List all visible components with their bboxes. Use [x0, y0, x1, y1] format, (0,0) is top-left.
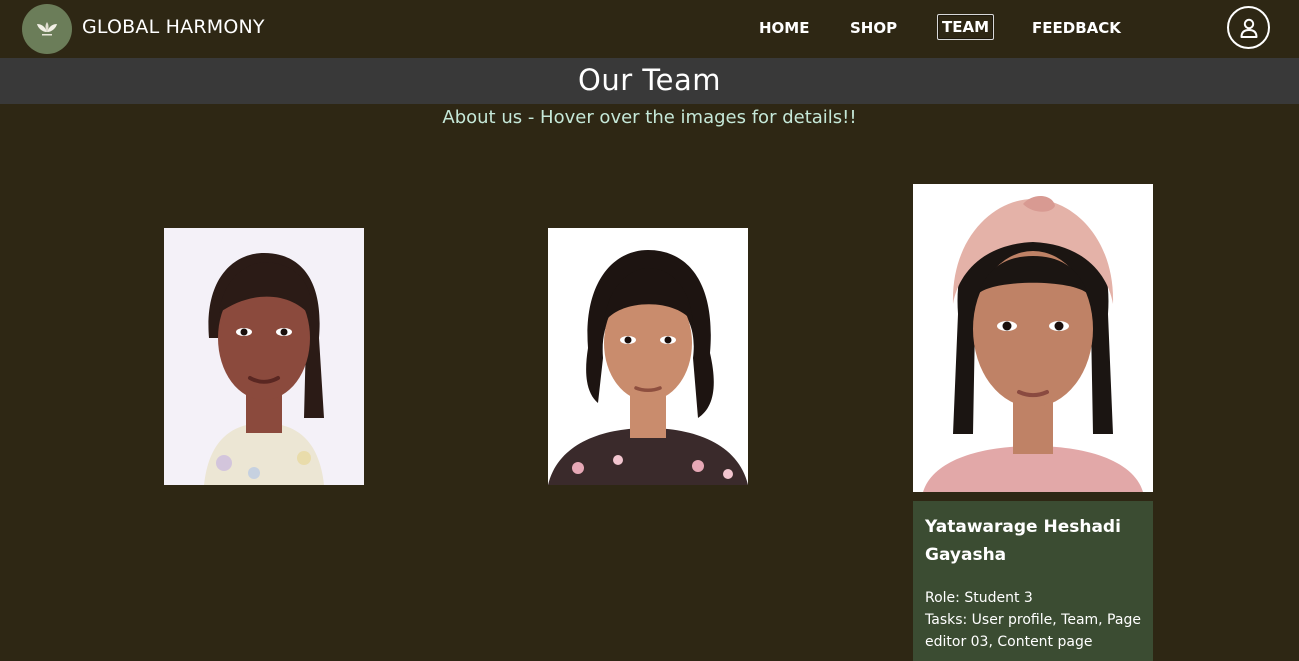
- navbar: GLOBAL HARMONY HOME SHOP TEAM FEEDBACK: [0, 0, 1299, 57]
- profile-button[interactable]: [1227, 6, 1270, 49]
- brand-logo[interactable]: [22, 4, 72, 54]
- member-1-photo[interactable]: [164, 228, 364, 485]
- title-bar: Our Team: [0, 58, 1299, 104]
- nav-shop[interactable]: SHOP: [850, 19, 897, 37]
- member-role: Role: Student 3: [925, 590, 1033, 606]
- page-subtitle: About us - Hover over the images for det…: [442, 107, 857, 128]
- page-title: Our Team: [578, 63, 721, 97]
- member-name: Yatawarage Heshadi Gayasha: [925, 517, 1121, 565]
- nav-home[interactable]: HOME: [759, 19, 809, 37]
- member-3-portrait: [913, 184, 1153, 492]
- member-2-photo[interactable]: [548, 228, 748, 485]
- user-profile-icon: [1240, 18, 1257, 38]
- brand-name: GLOBAL HARMONY: [82, 16, 265, 38]
- member-3-detail-card: Yatawarage Heshadi Gayasha Role: Student…: [913, 501, 1153, 661]
- nav-feedback[interactable]: FEEDBACK: [1032, 19, 1121, 37]
- member-3-photo[interactable]: [913, 184, 1153, 492]
- member-tasks: Tasks: User profile, Team, Page editor 0…: [925, 612, 1141, 650]
- member-1-portrait: [164, 228, 364, 485]
- leaf-logo-icon: [37, 22, 57, 36]
- nav-team[interactable]: TEAM: [937, 14, 995, 40]
- member-2-portrait: [548, 228, 748, 485]
